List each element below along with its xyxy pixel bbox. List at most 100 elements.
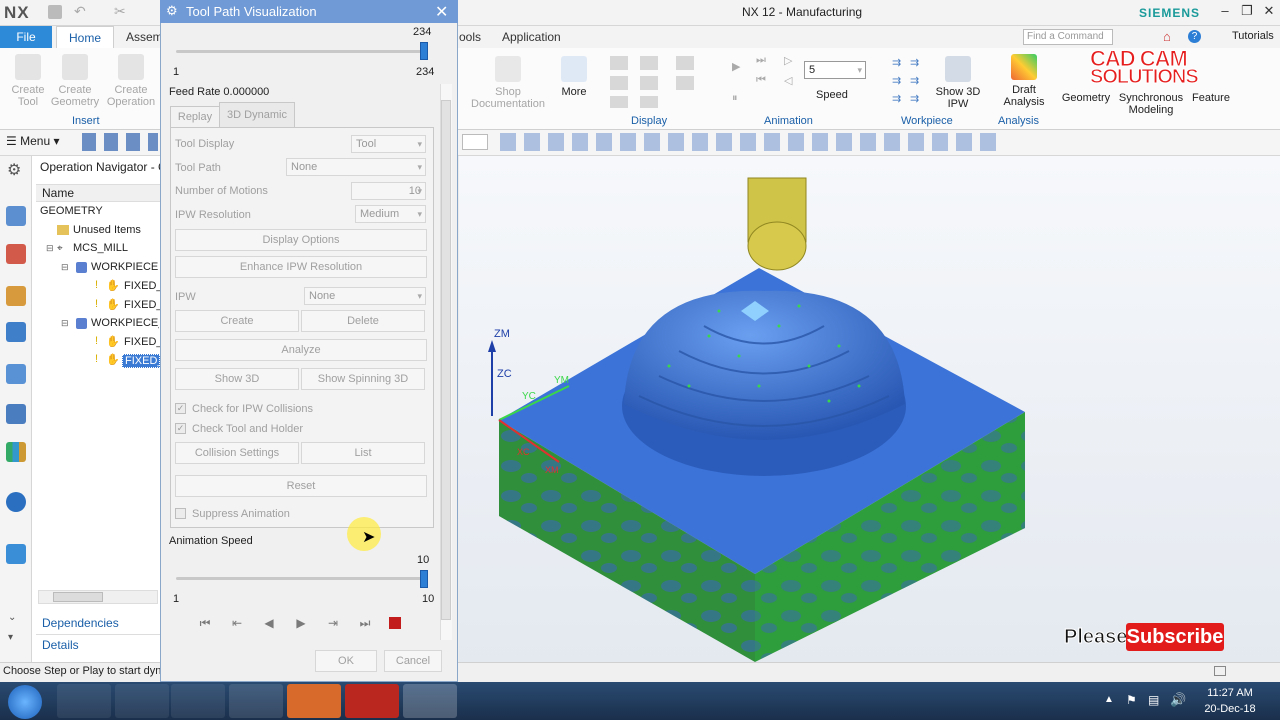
taskbar-clock[interactable]: 11:27 AM — [1200, 687, 1260, 699]
create-operation-button[interactable]: Create Operation — [104, 54, 158, 108]
tab-replay[interactable]: Replay — [170, 106, 220, 128]
reuse-library-icon[interactable] — [6, 404, 26, 424]
shop-documentation-button[interactable]: Shop Documentation — [468, 56, 548, 110]
tab-3d-dynamic[interactable]: 3D Dynamic — [219, 102, 295, 128]
list-button[interactable]: List — [301, 442, 425, 464]
assembly-navigator-icon[interactable] — [6, 206, 26, 226]
collapse-icon[interactable]: ⊟ — [61, 262, 69, 273]
step-forward-icon[interactable]: ⏭ — [756, 54, 766, 67]
speed-select[interactable]: 5 — [804, 61, 866, 79]
tree-node-fixed-contour-2[interactable]: FIXED_C — [124, 299, 160, 311]
tab-home[interactable]: Home — [56, 26, 114, 48]
find-command-input[interactable]: Find a Command — [1023, 29, 1113, 45]
action-center-icon[interactable]: ⚑ — [1126, 693, 1137, 707]
play-forward-button[interactable]: ▶ — [288, 612, 314, 634]
fast-forward-to-end-button[interactable]: ⏭ — [352, 612, 378, 634]
pause-icon[interactable]: ⏸ — [732, 92, 738, 105]
close-window-icon[interactable]: ✕ — [1259, 3, 1279, 21]
tutorials-link[interactable]: Tutorials — [1232, 30, 1274, 42]
collapse-icon[interactable]: ⊟ — [46, 243, 54, 254]
draft-analysis-button[interactable]: Draft Analysis — [998, 54, 1050, 108]
dialog-gear-icon[interactable]: ⚙ — [166, 3, 178, 19]
show-3d-ipw-button[interactable]: Show 3D IPW — [932, 56, 984, 110]
step-forward-button[interactable]: ⇥ — [320, 612, 346, 634]
history-icon[interactable] — [6, 492, 26, 512]
selection-toolbar-icons[interactable] — [500, 133, 1000, 151]
tab-assemblies[interactable]: Assem — [126, 26, 163, 48]
cut-icon[interactable]: ✂ — [114, 3, 126, 20]
acrobat-taskbar-icon[interactable] — [345, 684, 399, 718]
ie-taskbar-icon[interactable] — [115, 684, 169, 718]
motion-slider[interactable] — [176, 50, 428, 53]
settings-gear-icon[interactable]: ⚙ — [7, 160, 21, 180]
web-browser-icon[interactable] — [6, 544, 26, 564]
chrome-taskbar-icon[interactable] — [229, 684, 283, 718]
tree-node-fixed-contour-3[interactable]: FIXED_C — [124, 336, 160, 348]
animation-speed-thumb[interactable] — [420, 570, 428, 588]
scroll-thumb[interactable] — [53, 592, 103, 602]
cancel-button[interactable]: Cancel — [384, 650, 442, 672]
dependencies-panel-link[interactable]: Dependencies — [42, 616, 119, 630]
stop-button[interactable] — [389, 617, 401, 629]
tree-node-workpiece-1[interactable]: WORKPIECE_1 — [91, 317, 159, 329]
geometry-button[interactable]: Geometry — [1060, 92, 1112, 104]
constraint-navigator-icon[interactable] — [6, 244, 26, 264]
collapse-icon[interactable]: ⊟ — [61, 318, 69, 329]
tree-node-mcs-mill[interactable]: MCS_MILL — [73, 242, 128, 254]
play-backward-button[interactable]: ◀ — [256, 612, 282, 634]
animation-speed-slider[interactable] — [176, 577, 428, 580]
create-tool-button[interactable]: Create Tool — [6, 54, 50, 108]
start-button-icon[interactable] — [8, 685, 42, 719]
undo-icon[interactable]: ↶ — [74, 3, 86, 20]
tool-path-select[interactable]: None — [286, 158, 426, 176]
motion-slider-thumb[interactable] — [420, 42, 428, 60]
check-tool-holder-checkbox[interactable]: ✓ — [175, 423, 186, 434]
suppress-animation-checkbox[interactable] — [175, 508, 186, 519]
taskbar-date[interactable]: 20-Dec-18 — [1200, 703, 1260, 715]
feature-button[interactable]: Feature — [1188, 92, 1234, 104]
expand-icon[interactable]: ▾ — [8, 632, 13, 643]
dialog-close-icon[interactable]: ✕ — [435, 2, 448, 22]
reset-button[interactable]: Reset — [175, 475, 427, 497]
network-icon[interactable]: ▤ — [1148, 693, 1159, 707]
check-ipw-collisions-checkbox[interactable]: ✓ — [175, 403, 186, 414]
tab-tools[interactable]: ools — [459, 26, 481, 48]
recorder-taskbar-icon[interactable] — [287, 684, 341, 718]
play-anim-icon[interactable]: ▶ — [732, 60, 740, 73]
nx-taskbar-icon[interactable] — [403, 684, 457, 718]
tab-application[interactable]: Application — [502, 26, 561, 48]
more-button[interactable]: More — [556, 56, 592, 98]
help-question-icon[interactable]: ? — [1188, 30, 1201, 43]
number-of-motions-input[interactable]: 10 — [351, 182, 426, 200]
next-icon[interactable]: ▷ — [784, 54, 792, 67]
synchronous-modeling-button[interactable]: Synchronous Modeling — [1116, 92, 1186, 116]
restore-icon[interactable]: ❐ — [1237, 3, 1257, 21]
machine-tool-navigator-icon[interactable] — [6, 364, 26, 384]
navigator-horizontal-scrollbar[interactable] — [38, 590, 158, 604]
rewind-to-start-button[interactable]: ⏮ — [192, 612, 218, 634]
ipw-select[interactable]: None — [304, 287, 426, 305]
tray-expand-icon[interactable]: ▲ — [1104, 694, 1114, 705]
media-player-taskbar-icon[interactable] — [171, 684, 225, 718]
minimize-icon[interactable]: – — [1215, 3, 1235, 21]
save-icon[interactable] — [48, 5, 62, 19]
tree-node-unused-items[interactable]: Unused Items — [73, 224, 141, 236]
menu-button[interactable]: ☰ Menu ▾ — [6, 134, 59, 148]
selection-filter-dropdown[interactable] — [462, 134, 488, 150]
explorer-taskbar-icon[interactable] — [57, 684, 111, 718]
graphics-viewport[interactable] — [459, 156, 1280, 662]
tab-file[interactable]: File — [0, 26, 52, 48]
step-back-icon[interactable]: ⏮ — [756, 74, 766, 87]
tree-node-fixed-contour-4-selected[interactable]: FIXED_C — [122, 354, 160, 368]
enhance-ipw-resolution-button[interactable]: Enhance IPW Resolution — [175, 256, 427, 278]
create-ipw-button[interactable]: Create — [175, 310, 299, 332]
tool-display-select[interactable]: Tool — [351, 135, 426, 153]
collision-settings-button[interactable]: Collision Settings — [175, 442, 299, 464]
filter-icons[interactable] — [82, 133, 158, 151]
create-geometry-button[interactable]: Create Geometry — [50, 54, 100, 108]
step-backward-button[interactable]: ⇤ — [224, 612, 250, 634]
help-icon[interactable]: ⌂ — [1163, 29, 1171, 44]
show-3d-button[interactable]: Show 3D — [175, 368, 299, 390]
details-panel-link[interactable]: Details — [42, 638, 79, 652]
show-spinning-3d-button[interactable]: Show Spinning 3D — [301, 368, 425, 390]
